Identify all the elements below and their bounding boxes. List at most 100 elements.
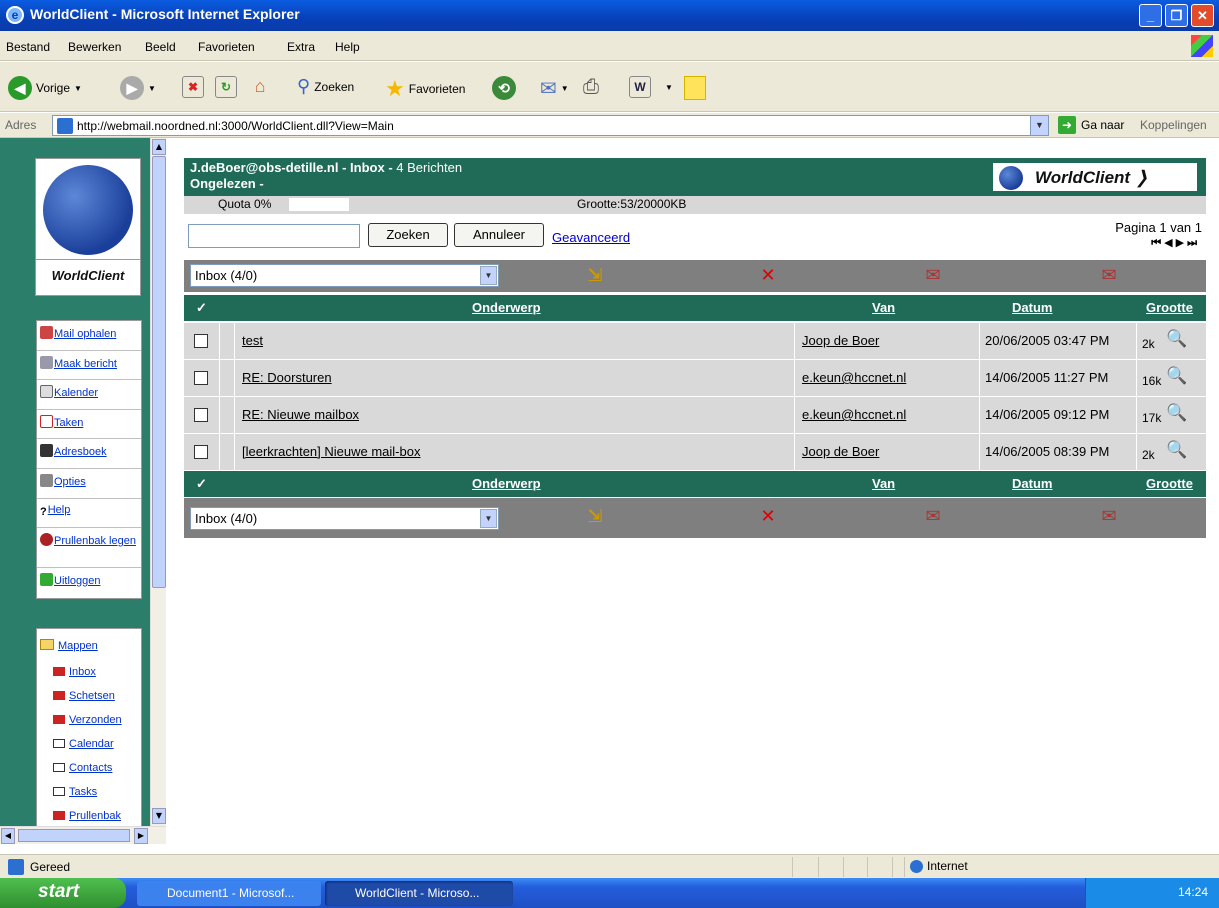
menu-help[interactable]: Help (335, 40, 360, 54)
column-date[interactable]: Datum (1012, 476, 1052, 491)
messenger-button[interactable] (684, 76, 706, 100)
message-checkbox[interactable] (194, 408, 208, 422)
edit-button[interactable]: W ▼ (629, 76, 673, 98)
task-worldclient[interactable]: WorldClient - Microso... (325, 881, 513, 906)
preview-icon[interactable]: 🔍 (1166, 440, 1187, 460)
column-subject[interactable]: Onderwerp (472, 476, 541, 491)
maximize-button[interactable]: ❐ (1165, 4, 1188, 27)
column-from[interactable]: Van (872, 300, 895, 315)
column-subject[interactable]: Onderwerp (472, 300, 541, 315)
scroll-down-icon[interactable]: ▼ (152, 808, 166, 824)
table-row[interactable]: RE: Nieuwe mailbox e.keun@hccnet.nl 14/0… (184, 397, 1206, 433)
task-document1[interactable]: Document1 - Microsof... (137, 881, 321, 906)
print-button[interactable]: ⎙ (583, 76, 599, 99)
message-checkbox[interactable] (194, 371, 208, 385)
preview-icon[interactable]: 🔍 (1166, 403, 1187, 423)
message-from[interactable]: e.keun@hccnet.nl (802, 370, 906, 385)
chevron-down-icon[interactable]: ▼ (480, 266, 497, 285)
delete-icon[interactable]: ✕ (757, 507, 779, 527)
back-button[interactable]: ◀ Vorige ▼ (8, 76, 82, 100)
menu-bewerken[interactable]: Bewerken (68, 40, 121, 54)
next-page-icon[interactable]: ▶ (1176, 236, 1187, 249)
start-button[interactable]: start (0, 878, 126, 908)
chevron-down-icon[interactable]: ▼ (1030, 116, 1048, 135)
hscroll-thumb[interactable] (18, 829, 130, 842)
column-size[interactable]: Grootte (1146, 476, 1193, 491)
sidebar-item-mail-ophalen[interactable]: Mail ophalen (37, 321, 141, 351)
home-button[interactable]: ⌂ (249, 76, 271, 98)
table-row[interactable]: RE: Doorsturen e.keun@hccnet.nl 14/06/20… (184, 360, 1206, 396)
sidebar-item-kalender[interactable]: Kalender (37, 380, 141, 410)
select-all-checkmark[interactable]: ✓ (196, 476, 207, 492)
sidebar-item-uitloggen[interactable]: Uitloggen (37, 568, 141, 598)
message-subject[interactable]: RE: Nieuwe mailbox (242, 407, 359, 422)
message-subject[interactable]: RE: Doorsturen (242, 370, 332, 385)
close-button[interactable]: ✕ (1191, 4, 1214, 27)
address-input[interactable]: http://webmail.noordned.nl:3000/WorldCli… (52, 115, 1049, 136)
menu-beeld[interactable]: Beeld (145, 40, 176, 54)
refresh-button[interactable]: ↻ (215, 76, 237, 98)
favorites-button[interactable]: ★ Favorieten (385, 76, 465, 102)
message-subject[interactable]: [leerkrachten] Nieuwe mail-box (242, 444, 420, 459)
search-button[interactable]: Zoeken (368, 223, 448, 247)
folder-select-top[interactable]: Inbox (4/0) ▼ (190, 264, 499, 287)
sidebar-item-adresboek[interactable]: Adresboek (37, 439, 141, 469)
sidebar-item-help[interactable]: ?Help (37, 499, 141, 529)
go-arrow-icon[interactable]: ➜ (1058, 116, 1076, 134)
scroll-up-icon[interactable]: ▲ (152, 139, 166, 155)
folders-header[interactable]: Mappen (37, 629, 141, 661)
menu-extra[interactable]: Extra (287, 40, 315, 54)
go-button[interactable]: Ga naar (1081, 118, 1124, 132)
folder-select-bottom[interactable]: Inbox (4/0) ▼ (190, 507, 499, 530)
message-from[interactable]: e.keun@hccnet.nl (802, 407, 906, 422)
move-to-folder-icon[interactable]: ⇲ (584, 507, 606, 527)
message-checkbox[interactable] (194, 445, 208, 459)
scroll-right-icon[interactable]: ▶ (134, 828, 148, 844)
folder-inbox[interactable]: Inbox (37, 661, 141, 685)
scroll-thumb[interactable] (152, 156, 166, 588)
sidebar-item-taken[interactable]: Taken (37, 410, 141, 440)
table-row[interactable]: test Joop de Boer 20/06/2005 03:47 PM 2k… (184, 323, 1206, 359)
folder-calendar[interactable]: Calendar (37, 733, 141, 757)
sidebar-item-opties[interactable]: Opties (37, 469, 141, 499)
column-date[interactable]: Datum (1012, 300, 1052, 315)
folder-schetsen[interactable]: Schetsen (37, 685, 141, 709)
scroll-left-icon[interactable]: ◀ (1, 828, 15, 844)
mark-unread-icon[interactable]: ✉ (1098, 507, 1120, 527)
folder-contacts[interactable]: Contacts (37, 757, 141, 781)
search-button-toolbar[interactable]: ⚲ Zoeken (297, 76, 354, 97)
folder-prullenbak[interactable]: Prullenbak (37, 805, 141, 826)
links-button[interactable]: Koppelingen (1140, 118, 1207, 132)
horizontal-scrollbar[interactable]: ◀ ▶ (0, 826, 166, 844)
preview-icon[interactable]: 🔍 (1166, 329, 1187, 349)
advanced-search-link[interactable]: Geavanceerd (552, 230, 630, 245)
sidebar-item-maak-bericht[interactable]: Maak bericht (37, 351, 141, 381)
select-all-checkmark[interactable]: ✓ (196, 300, 207, 316)
mark-unread-icon[interactable]: ✉ (1098, 266, 1120, 286)
move-to-folder-icon[interactable]: ⇲ (584, 266, 606, 286)
folder-tasks[interactable]: Tasks (37, 781, 141, 805)
forward-button[interactable]: ▶ ▼ (120, 76, 156, 100)
cancel-button[interactable]: Annuleer (454, 223, 544, 247)
column-size[interactable]: Grootte (1146, 300, 1193, 315)
table-row[interactable]: [leerkrachten] Nieuwe mail-box Joop de B… (184, 434, 1206, 470)
message-from[interactable]: Joop de Boer (802, 444, 879, 459)
mark-read-icon[interactable]: ✉ (922, 266, 944, 286)
delete-icon[interactable]: ✕ (757, 266, 779, 286)
column-from[interactable]: Van (872, 476, 895, 491)
prev-page-icon[interactable]: ◀ (1164, 236, 1175, 249)
menu-favorieten[interactable]: Favorieten (198, 40, 255, 54)
sidebar-scrollbar[interactable]: ▲ ▼ (150, 138, 166, 826)
mail-button[interactable]: ✉ ▼ (540, 76, 569, 101)
first-page-icon[interactable]: ⏮ (1151, 236, 1164, 249)
message-checkbox[interactable] (194, 334, 208, 348)
chevron-down-icon[interactable]: ▼ (480, 509, 497, 528)
menu-bestand[interactable]: Bestand (6, 40, 50, 54)
search-input[interactable] (188, 224, 360, 248)
message-subject[interactable]: test (242, 333, 263, 348)
sidebar-item-prullenbak-legen[interactable]: Prullenbak legen (37, 528, 141, 569)
preview-icon[interactable]: 🔍 (1166, 366, 1187, 386)
last-page-icon[interactable]: ⏭ (1187, 236, 1200, 249)
minimize-button[interactable]: _ (1139, 4, 1162, 27)
message-from[interactable]: Joop de Boer (802, 333, 879, 348)
